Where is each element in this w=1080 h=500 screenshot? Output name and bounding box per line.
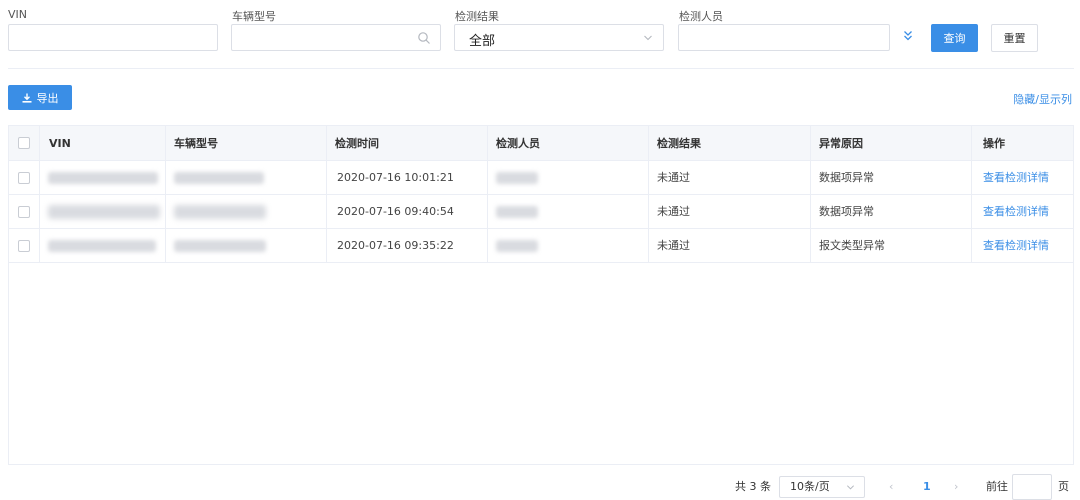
action-cell: 查看检测详情: [971, 161, 1075, 195]
page-suffix-label: 页: [1058, 480, 1069, 493]
time-cell: 2020-07-16 10:01:21: [326, 161, 487, 195]
time-cell: 2020-07-16 09:35:22: [326, 229, 487, 263]
inspector-cell: [487, 229, 648, 263]
table-row: 2020-07-16 09:35:22 未通过 报文类型异常 查看检测详情: [9, 229, 1073, 263]
row-select-cell: [9, 195, 39, 229]
total-count: 共 3 条: [735, 480, 771, 493]
header-reason: 异常原因: [810, 126, 971, 161]
page-size-select[interactable]: 10条/页: [779, 476, 865, 498]
reason-cell: 报文类型异常: [810, 229, 971, 263]
redacted-inspector: [496, 206, 538, 218]
vin-label: VIN: [8, 8, 27, 21]
header-action: 操作: [971, 126, 1075, 161]
goto-label: 前往: [986, 480, 1008, 493]
table-header: VIN 车辆型号 检测时间 检测人员 检测结果 异常原因 操作: [9, 126, 1073, 161]
page: VIN 车辆型号 检测结果 全部 检测人员 查询 重置 导出 隐藏/显示列 VI…: [0, 0, 1080, 500]
redacted-model: [174, 205, 266, 219]
header-inspector: 检测人员: [487, 126, 648, 161]
result-cell: 未通过: [648, 161, 810, 195]
table-row: 2020-07-16 10:01:21 未通过 数据项异常 查看检测详情: [9, 161, 1073, 195]
redacted-vin: [48, 240, 156, 252]
filter-bar: VIN 车辆型号 检测结果 全部 检测人员 查询 重置: [0, 0, 1080, 68]
redacted-vin: [48, 172, 158, 184]
goto-page-input[interactable]: [1012, 474, 1052, 500]
header-model: 车辆型号: [165, 126, 326, 161]
toggle-columns-link[interactable]: 隐藏/显示列: [1013, 91, 1072, 107]
row-select-cell: [9, 161, 39, 195]
inspector-cell: [487, 161, 648, 195]
row-checkbox[interactable]: [18, 206, 30, 218]
chevron-down-icon: [846, 485, 855, 490]
row-checkbox[interactable]: [18, 240, 30, 252]
result-label: 检测结果: [455, 10, 499, 23]
action-cell: 查看检测详情: [971, 195, 1075, 229]
time-cell: 2020-07-16 09:40:54: [326, 195, 487, 229]
header-result: 检测结果: [648, 126, 810, 161]
redacted-inspector: [496, 240, 538, 252]
view-details-link[interactable]: 查看检测详情: [983, 171, 1049, 184]
row-select-cell: [9, 229, 39, 263]
result-cell: 未通过: [648, 195, 810, 229]
reason-cell: 数据项异常: [810, 161, 971, 195]
header-time: 检测时间: [326, 126, 487, 161]
inspector-cell: [487, 195, 648, 229]
result-cell: 未通过: [648, 229, 810, 263]
next-page-button[interactable]: ›: [954, 476, 958, 498]
vin-cell: [39, 229, 165, 263]
model-input[interactable]: [231, 24, 441, 51]
page-size-value: 10条/页: [790, 480, 830, 493]
export-button[interactable]: 导出: [8, 85, 72, 110]
table-row: 2020-07-16 09:40:54 未通过 数据项异常 查看检测详情: [9, 195, 1073, 229]
vin-cell: [39, 195, 165, 229]
page-number-current[interactable]: 1: [923, 476, 931, 498]
view-details-link[interactable]: 查看检测详情: [983, 239, 1049, 252]
divider: [8, 68, 1074, 69]
redacted-model: [174, 240, 266, 252]
header-select-cell: [9, 126, 39, 161]
chevron-down-icon: [644, 35, 652, 41]
model-cell: [165, 229, 326, 263]
query-button[interactable]: 查询: [931, 24, 978, 52]
view-details-link[interactable]: 查看检测详情: [983, 205, 1049, 218]
redacted-model: [174, 172, 264, 184]
select-all-checkbox[interactable]: [18, 137, 30, 149]
double-chevron-down-icon[interactable]: [903, 30, 913, 42]
search-icon: [418, 32, 430, 44]
reset-button[interactable]: 重置: [991, 24, 1038, 52]
reason-cell: 数据项异常: [810, 195, 971, 229]
inspector-input[interactable]: [678, 24, 890, 51]
model-cell: [165, 161, 326, 195]
redacted-vin: [48, 205, 160, 219]
action-cell: 查看检测详情: [971, 229, 1075, 263]
vin-input[interactable]: [8, 24, 218, 51]
pagination: 共 3 条 10条/页 ‹ 1 › 前往 页: [0, 474, 1080, 500]
result-select[interactable]: 全部: [454, 24, 664, 51]
download-icon: [22, 93, 31, 103]
vin-cell: [39, 161, 165, 195]
model-cell: [165, 195, 326, 229]
redacted-inspector: [496, 172, 538, 184]
result-select-value: 全部: [469, 34, 496, 49]
export-label: 导出: [36, 91, 59, 105]
inspector-label: 检测人员: [679, 10, 723, 23]
prev-page-button[interactable]: ‹: [889, 476, 893, 498]
row-checkbox[interactable]: [18, 172, 30, 184]
results-table: VIN 车辆型号 检测时间 检测人员 检测结果 异常原因 操作 2020-07-…: [8, 125, 1074, 465]
header-vin: VIN: [39, 126, 165, 161]
model-label: 车辆型号: [232, 10, 276, 23]
